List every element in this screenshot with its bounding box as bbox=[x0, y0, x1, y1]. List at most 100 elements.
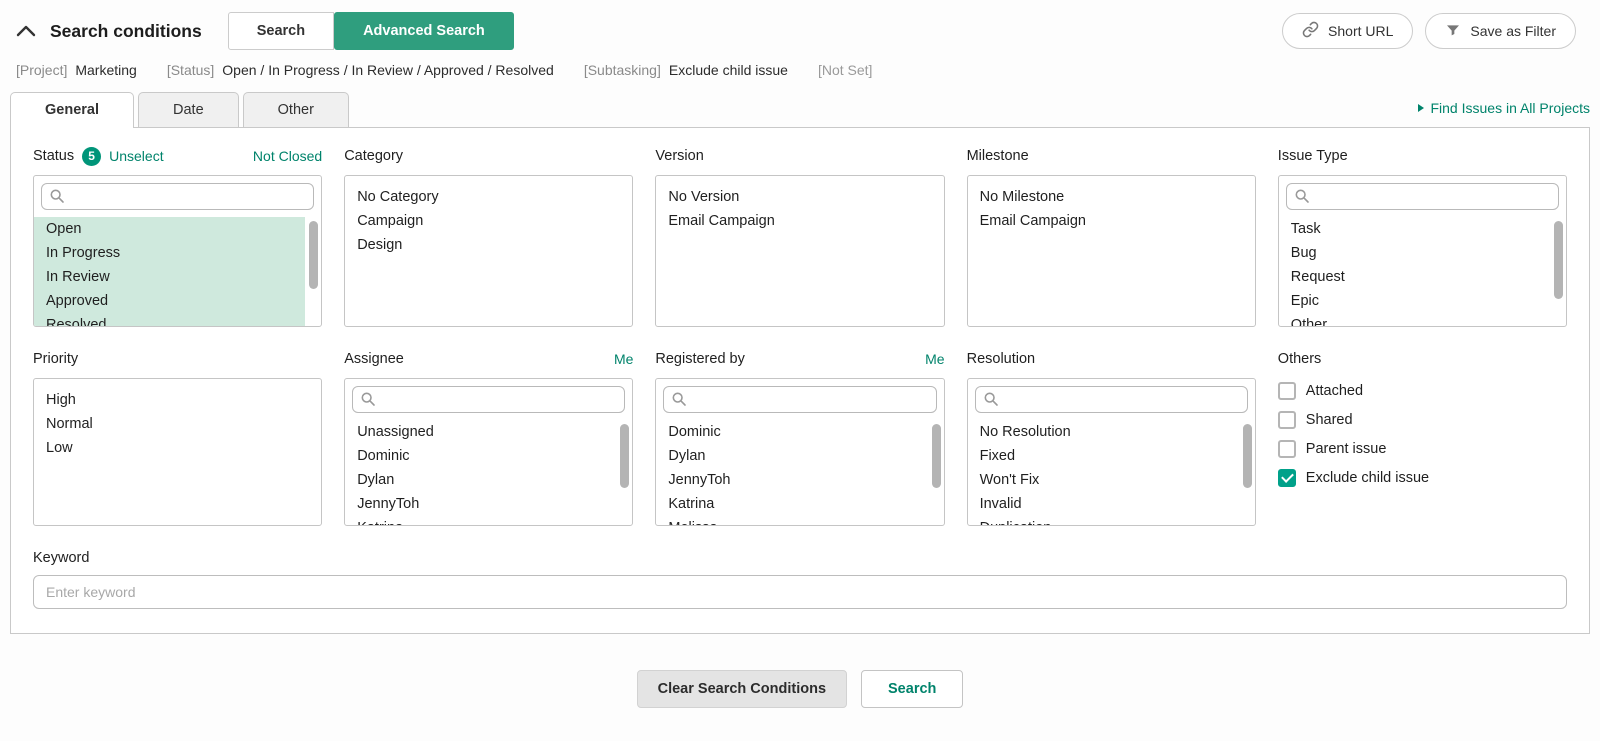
issue-type-scrollbar-thumb[interactable] bbox=[1554, 221, 1563, 299]
registered-by-option[interactable]: Dylan bbox=[656, 444, 927, 468]
issue-type-option[interactable]: Epic bbox=[1279, 289, 1550, 313]
find-all-projects-link[interactable]: Find Issues in All Projects bbox=[1418, 100, 1590, 120]
category-label: Category bbox=[344, 148, 403, 164]
issue-type-option[interactable]: Request bbox=[1279, 265, 1550, 289]
summary-project-value: Marketing bbox=[75, 62, 136, 78]
registered-by-listbox: Dominic Dylan JennyToh Katrina Melissa bbox=[655, 378, 944, 526]
summary-subtasking-value: Exclude child issue bbox=[669, 62, 788, 78]
checkbox-icon bbox=[1278, 411, 1296, 429]
tab-general[interactable]: General bbox=[10, 92, 134, 128]
status-label: Status bbox=[33, 148, 74, 164]
keyword-label: Keyword bbox=[33, 550, 1567, 566]
filter-issue-type: Issue Type Task Bug Request Epic Ot bbox=[1278, 146, 1567, 327]
resolution-option[interactable]: Invalid bbox=[968, 492, 1239, 516]
registered-by-option[interactable]: Melissa bbox=[656, 516, 927, 526]
issue-type-filter-input[interactable] bbox=[1286, 183, 1559, 210]
search-mode-tabs: Search Advanced Search bbox=[228, 12, 514, 50]
search-submit-button[interactable]: Search bbox=[861, 670, 963, 708]
category-option[interactable]: Design bbox=[345, 233, 616, 257]
keyword-input[interactable] bbox=[33, 575, 1567, 609]
others-label: Others bbox=[1278, 351, 1322, 367]
status-filter-input[interactable] bbox=[41, 183, 314, 210]
issue-type-listbox: Task Bug Request Epic Other bbox=[1278, 175, 1567, 327]
assignee-option[interactable]: Dylan bbox=[345, 468, 616, 492]
resolution-option[interactable]: Won't Fix bbox=[968, 468, 1239, 492]
assignee-me-link[interactable]: Me bbox=[614, 351, 633, 367]
resolution-label: Resolution bbox=[967, 351, 1036, 367]
filter-resolution: Resolution No Resolution Fixed Won't Fix… bbox=[967, 349, 1256, 526]
save-as-filter-button[interactable]: Save as Filter bbox=[1425, 13, 1576, 49]
checkbox-checked-icon bbox=[1278, 469, 1296, 487]
checkbox-shared[interactable]: Shared bbox=[1278, 411, 1567, 429]
assignee-listbox: Unassigned Dominic Dylan JennyToh Katrin… bbox=[344, 378, 633, 526]
issue-type-option[interactable]: Task bbox=[1279, 217, 1550, 241]
top-bar: Search conditions Search Advanced Search… bbox=[0, 0, 1600, 58]
assignee-option[interactable]: Unassigned bbox=[345, 420, 616, 444]
category-option[interactable]: No Category bbox=[345, 185, 616, 209]
checkbox-icon bbox=[1278, 440, 1296, 458]
tab-advanced-search[interactable]: Advanced Search bbox=[334, 12, 514, 50]
tab-search[interactable]: Search bbox=[228, 12, 334, 50]
assignee-option[interactable]: Katrina bbox=[345, 516, 616, 526]
status-scrollbar-thumb[interactable] bbox=[309, 221, 318, 289]
status-option[interactable]: Resolved bbox=[34, 313, 305, 327]
summary-subtasking-key: [Subtasking] bbox=[584, 62, 661, 78]
resolution-option[interactable]: No Resolution bbox=[968, 420, 1239, 444]
version-listbox: No Version Email Campaign bbox=[655, 175, 944, 327]
status-not-closed-link[interactable]: Not Closed bbox=[253, 148, 322, 164]
status-option[interactable]: In Review bbox=[34, 265, 305, 289]
filter-icon bbox=[1445, 22, 1461, 41]
resolution-filter-input[interactable] bbox=[975, 386, 1248, 413]
version-option[interactable]: Email Campaign bbox=[656, 209, 927, 233]
priority-option[interactable]: Low bbox=[34, 436, 305, 460]
milestone-option[interactable]: Email Campaign bbox=[968, 209, 1239, 233]
registered-by-option[interactable]: Dominic bbox=[656, 420, 927, 444]
issue-type-option[interactable]: Other bbox=[1279, 313, 1550, 327]
status-option[interactable]: Open bbox=[34, 217, 305, 241]
assignee-option[interactable]: JennyToh bbox=[345, 492, 616, 516]
status-option[interactable]: In Progress bbox=[34, 241, 305, 265]
registered-by-option[interactable]: Katrina bbox=[656, 492, 927, 516]
checkbox-attached[interactable]: Attached bbox=[1278, 382, 1567, 400]
milestone-label: Milestone bbox=[967, 148, 1029, 164]
short-url-button[interactable]: Short URL bbox=[1282, 13, 1413, 49]
issue-type-label: Issue Type bbox=[1278, 148, 1348, 164]
assignee-option[interactable]: Dominic bbox=[345, 444, 616, 468]
resolution-option[interactable]: Duplication bbox=[968, 516, 1239, 526]
tab-date[interactable]: Date bbox=[138, 92, 239, 127]
filter-priority: Priority High Normal Low bbox=[33, 349, 322, 526]
category-option[interactable]: Campaign bbox=[345, 209, 616, 233]
resolution-listbox: No Resolution Fixed Won't Fix Invalid Du… bbox=[967, 378, 1256, 526]
issue-type-option[interactable]: Bug bbox=[1279, 241, 1550, 265]
milestone-option[interactable]: No Milestone bbox=[968, 185, 1239, 209]
footer-actions: Clear Search Conditions Search bbox=[0, 670, 1600, 708]
registered-by-me-link[interactable]: Me bbox=[925, 351, 944, 367]
registered-by-scrollbar-thumb[interactable] bbox=[932, 424, 941, 488]
summary-status-value: Open / In Progress / In Review / Approve… bbox=[222, 62, 554, 78]
short-url-label: Short URL bbox=[1328, 23, 1393, 39]
checkbox-parent-issue[interactable]: Parent issue bbox=[1278, 440, 1567, 458]
resolution-option[interactable]: Fixed bbox=[968, 444, 1239, 468]
filter-registered-by: Registered by Me Dominic Dylan JennyToh bbox=[655, 349, 944, 526]
assignee-scrollbar-thumb[interactable] bbox=[620, 424, 629, 488]
advanced-search-page: Search conditions Search Advanced Search… bbox=[0, 0, 1600, 708]
summary-status: [Status] Open / In Progress / In Review … bbox=[167, 62, 554, 78]
page-title: Search conditions bbox=[50, 21, 202, 42]
summary-subtasking: [Subtasking] Exclude child issue bbox=[584, 62, 788, 78]
tab-other[interactable]: Other bbox=[243, 92, 349, 127]
clear-search-conditions-button[interactable]: Clear Search Conditions bbox=[637, 670, 847, 708]
priority-option[interactable]: High bbox=[34, 388, 305, 412]
status-unselect-link[interactable]: Unselect bbox=[109, 148, 163, 164]
priority-option[interactable]: Normal bbox=[34, 412, 305, 436]
registered-by-filter-input[interactable] bbox=[663, 386, 936, 413]
registered-by-option[interactable]: JennyToh bbox=[656, 468, 927, 492]
priority-listbox: High Normal Low bbox=[33, 378, 322, 526]
category-listbox: No Category Campaign Design bbox=[344, 175, 633, 327]
assignee-filter-input[interactable] bbox=[352, 386, 625, 413]
others-checkbox-list: Attached Shared Parent issue Exclude chi… bbox=[1278, 378, 1567, 487]
resolution-scrollbar-thumb[interactable] bbox=[1243, 424, 1252, 488]
checkbox-exclude-child-issue[interactable]: Exclude child issue bbox=[1278, 469, 1567, 487]
collapse-chevron-icon[interactable] bbox=[16, 24, 36, 38]
status-option[interactable]: Approved bbox=[34, 289, 305, 313]
version-option[interactable]: No Version bbox=[656, 185, 927, 209]
